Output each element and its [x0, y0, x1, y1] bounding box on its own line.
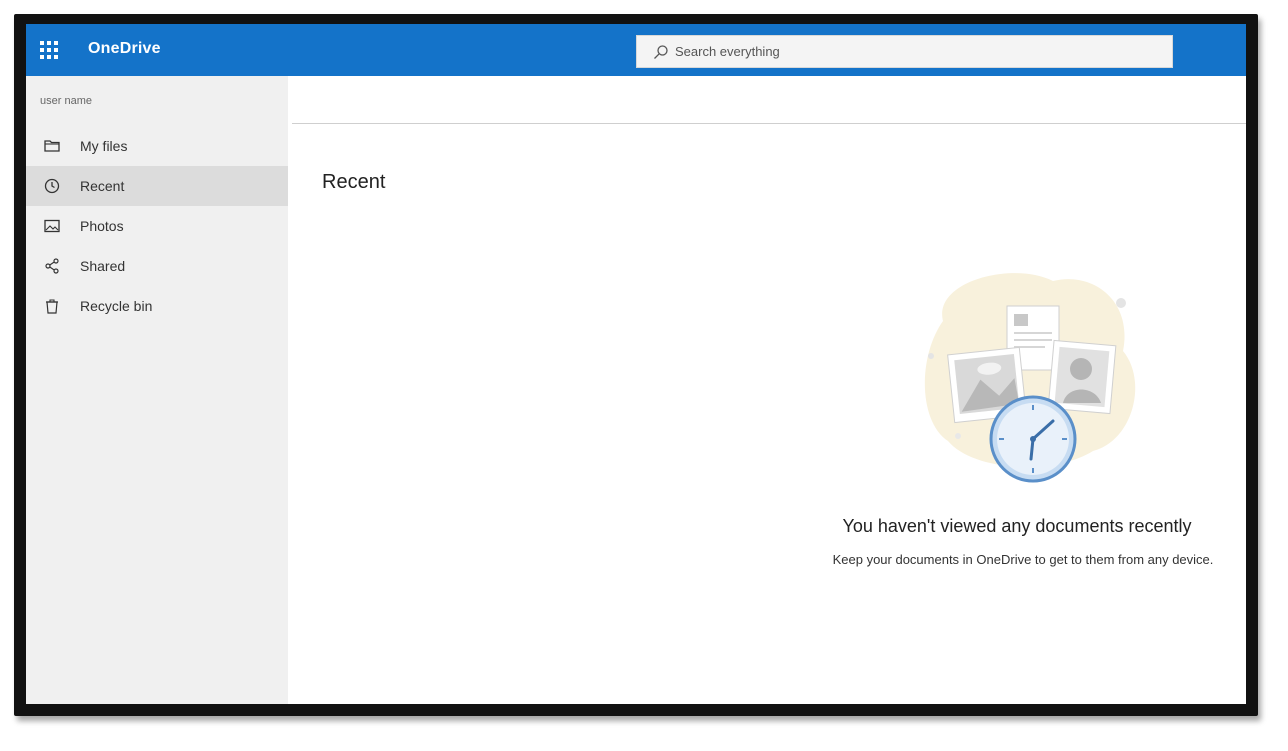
app-title[interactable]: OneDrive: [88, 40, 161, 58]
sidebar-item-shared[interactable]: Shared: [26, 246, 288, 286]
sidebar-item-recycle-bin[interactable]: Recycle bin: [26, 286, 288, 326]
folder-icon: [42, 136, 62, 156]
sidebar: user name My files Recent Photos Shared …: [26, 76, 288, 704]
sidebar-item-label: My files: [80, 138, 128, 154]
user-name: user name: [40, 95, 92, 107]
sidebar-item-label: Recent: [80, 178, 125, 194]
empty-recent-illustration-icon: [924, 273, 1136, 483]
sidebar-item-label: Shared: [80, 258, 126, 274]
recycle-bin-icon: [42, 296, 62, 316]
main-content: Recent You haven't viewed any documents …: [288, 76, 1246, 704]
app-launcher-icon[interactable]: [38, 39, 58, 59]
search-icon: [654, 44, 668, 59]
empty-state-heading: You haven't viewed any documents recentl…: [842, 516, 1192, 536]
command-bar-divider: [292, 123, 1246, 124]
search-input[interactable]: [675, 44, 1155, 59]
page-title: Recent: [322, 171, 386, 193]
share-icon: [42, 256, 62, 276]
clock-icon: [42, 176, 62, 196]
top-bar: OneDrive: [26, 24, 1246, 76]
sidebar-item-photos[interactable]: Photos: [26, 206, 288, 246]
onedrive-window: OneDrive user name My files Recent: [26, 24, 1246, 704]
sidebar-item-label: Photos: [80, 218, 124, 234]
sidebar-item-recent[interactable]: Recent: [26, 166, 288, 206]
sidebar-item-my-files[interactable]: My files: [26, 126, 288, 166]
sidebar-item-label: Recycle bin: [80, 298, 153, 314]
sidebar-nav: My files Recent Photos Shared Recycle bi…: [26, 126, 288, 326]
empty-state-subtext: Keep your documents in OneDrive to get t…: [832, 552, 1214, 567]
image-icon: [42, 216, 62, 236]
search-box[interactable]: [636, 35, 1173, 68]
